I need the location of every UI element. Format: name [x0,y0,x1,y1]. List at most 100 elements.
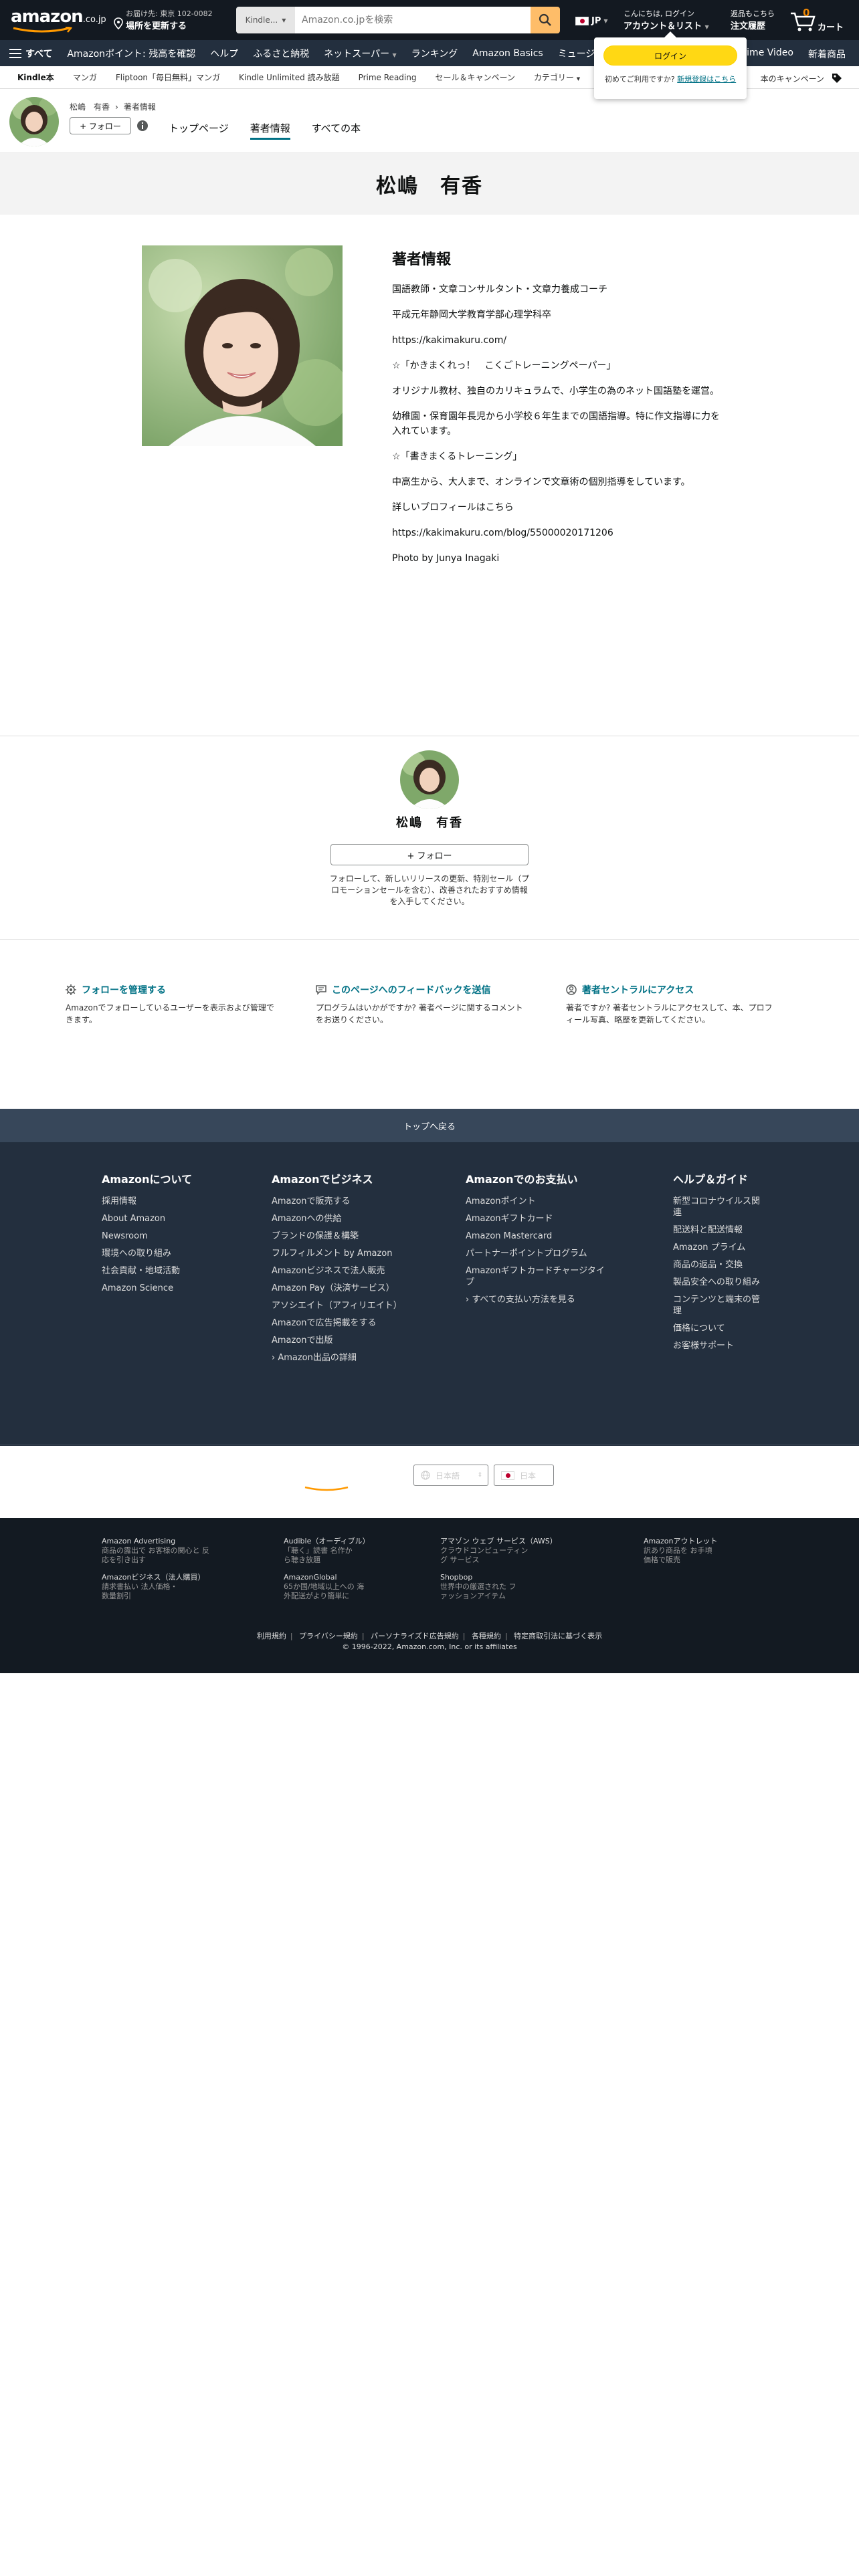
footer-language-select[interactable]: 日本語 ⇕ [413,1465,488,1486]
legal-links: 利用規約 | プライバシー規約 | パーソナライズド広告規約 | 各種規約 | 特定商取… [0,1630,859,1641]
nav-item-ranking[interactable]: ランキング [411,47,458,60]
footer-link[interactable]: アソシエイト（アフィリエイト） [272,1300,402,1311]
service-outlet[interactable]: Amazonアウトレット 訳あり商品を お手頃価格で販売 [644,1537,751,1565]
subnav-manga[interactable]: マンガ [73,72,97,83]
returns-orders[interactable]: 返品もこちら 注文履歴 [731,8,775,31]
footer-link[interactable]: 社会貢献・地域活動 [102,1265,249,1277]
footer-amazon-logo[interactable]: amazon [304,1470,362,1491]
tab-all-books[interactable]: すべての本 [312,121,361,140]
legal-link[interactable]: 各種規約 [472,1632,501,1640]
user-icon [566,984,577,995]
cart-button[interactable]: 0 カート [789,7,850,33]
account-lists[interactable]: こんにちは, ログイン アカウント＆リスト ▼ [624,8,709,31]
footer-link[interactable]: 新型コロナウイルス関連 [673,1196,760,1218]
all-menu-button[interactable]: すべて [9,47,52,60]
service-advertising[interactable]: Amazon Advertising 商品の露出で お客様の関心と 反応を引き出… [102,1537,262,1565]
signin-button[interactable]: ログイン [603,45,737,66]
nav-item-basics[interactable]: Amazon Basics [472,48,543,59]
service-aws[interactable]: アマゾン ウェブ サービス（AWS） クラウドコンピューティング サービス [440,1537,587,1565]
search-bar: Kindle... ▼ [236,7,560,33]
deliver-line1: お届け先: 東京 102-0082 [126,9,213,18]
footer-link[interactable]: 製品安全への取り組み [673,1277,760,1288]
footer-link[interactable]: Amazonギフトカードチャージタイプ [466,1265,613,1288]
footer-link[interactable]: Amazonポイント [466,1196,613,1207]
search-button[interactable] [531,7,560,33]
footer-link[interactable]: パートナーポイントプログラム [466,1248,613,1259]
author-photo-large [142,245,343,446]
footer-divider [0,1444,859,1445]
author-central[interactable]: 著者セントラルにアクセス 著者ですか? 著者セントラルにアクセスして、本、プロフ… [566,983,779,1026]
subnav-kindle-unlimited[interactable]: Kindle Unlimited 読み放題 [239,72,340,83]
nav-item-points[interactable]: Amazonポイント: 残高を確認 [67,47,195,60]
legal-link[interactable]: プライバシー規約 [299,1632,358,1640]
footer-link[interactable]: Amazonギフトカード [466,1213,613,1224]
cart-count: 0 [803,7,810,19]
footer: Amazonについて 採用情報 About Amazon Newsroom 環境… [0,1142,859,1491]
subnav-categories[interactable]: カテゴリー ▼ [534,72,580,83]
service-business[interactable]: Amazonビジネス（法人購買） 請求書払い 法人価格・数量割引 [102,1573,262,1601]
subnav-kindle-books[interactable]: Kindle本 [17,72,54,83]
updown-arrow-icon: ⇕ [477,1472,482,1479]
nav-item-help[interactable]: ヘルプ [210,47,238,60]
caret-down-icon: ▼ [603,18,608,24]
service-global[interactable]: AmazonGlobal 65か国/地域以上への 海外配送がより簡単に [284,1573,384,1601]
service-shopbop[interactable]: Shopbop 世界中の厳選された ファッションアイテム [440,1573,587,1601]
footer-link[interactable]: Amazon Pay（決済サービス） [272,1283,399,1294]
search-input[interactable] [295,7,531,33]
subnav-sales[interactable]: セール＆キャンペーン [435,72,514,83]
gear-icon [66,984,76,995]
manage-follows[interactable]: フォローを管理する Amazonでフォローしているユーザーを表示および管理できま… [66,983,278,1026]
footer-link[interactable]: Amazonで出版 [272,1335,399,1346]
tab-author-info[interactable]: 著者情報 [250,121,290,140]
footer-link[interactable]: Newsroom [102,1230,249,1242]
footer-link[interactable]: お客様サポート [673,1340,760,1352]
service-desc: クラウドコンピューティング サービス [440,1546,529,1564]
footer-link[interactable]: Amazon Science [102,1283,249,1294]
divider [0,939,859,940]
footer-link[interactable]: 環境への取り組み [102,1248,249,1259]
nav-item-netsuper[interactable]: ネットスーパー ▼ [324,47,396,60]
tab-top-page[interactable]: トップページ [169,121,229,140]
footer-link[interactable]: Amazonで広告掲載をする [272,1317,399,1329]
footer-link[interactable]: Amazon プライム [673,1242,760,1253]
service-audible[interactable]: Audible（オーディブル） 「聴く」読書 名作から聴き放題 [284,1537,384,1565]
deliver-to[interactable]: お届け先: 東京 102-0082 場所を更新する [114,8,213,31]
follow-button-header[interactable]: + フォロー [70,117,131,134]
subnav-fliptoon[interactable]: Fliptoon「毎日無料」マンガ [116,72,220,83]
breadcrumb-author[interactable]: 松嶋 有香 [70,101,110,112]
legal-link[interactable]: 利用規約 [257,1632,286,1640]
author-links: フォローを管理する Amazonでフォローしているユーザーを表示および管理できま… [66,983,801,1026]
nav-item-furusato[interactable]: ふるさと納税 [253,47,309,60]
subnav-prime-reading[interactable]: Prime Reading [359,73,417,82]
footer-link[interactable]: Amazonビジネスで法人販売 [272,1265,399,1277]
legal-link[interactable]: 特定商取引法に基づく表示 [514,1632,602,1640]
info-icon[interactable] [136,120,149,132]
register-link[interactable]: 新規登録はこちら [677,75,736,84]
footer-link[interactable]: Amazonで販売する [272,1196,399,1207]
author-avatar-small[interactable] [9,97,59,146]
footer-link[interactable]: ブランドの保護＆構築 [272,1230,399,1242]
language-selector[interactable]: JP ▼ [575,16,608,26]
subnav-book-campaign[interactable]: 本のキャンペーン [761,73,824,84]
footer-link[interactable]: フルフィルメント by Amazon [272,1248,399,1259]
footer-link[interactable]: コンテンツと端末の管理 [673,1294,760,1317]
search-category-select[interactable]: Kindle... ▼ [236,7,295,33]
footer-link[interactable]: 配送料と配送情報 [673,1224,760,1236]
footer-link[interactable]: About Amazon [102,1213,249,1224]
footer-link[interactable]: 商品の返品・交換 [673,1259,760,1271]
send-feedback[interactable]: このページへのフィードバックを送信 プログラムはいかがですか? 著者ページに関す… [316,983,529,1026]
footer-link[interactable]: Amazonへの供給 [272,1213,399,1224]
footer-link[interactable]: › Amazon出品の詳細 [272,1352,399,1364]
service-name: Amazonアウトレット [644,1537,718,1545]
legal-link[interactable]: パーソナライズド広告規約 [371,1632,459,1640]
amazon-logo[interactable]: amazon.co.jp [11,7,106,33]
footer-link[interactable]: 価格について [673,1323,760,1334]
back-to-top-button[interactable]: トップへ戻る [0,1109,859,1142]
nav-item-new-releases[interactable]: 新着商品 [808,47,846,61]
footer-link[interactable]: › すべての支払い方法を見る [466,1294,613,1305]
follow-button[interactable]: + フォロー [330,844,529,865]
footer-country-select[interactable]: 日本 [494,1465,554,1486]
footer-link[interactable]: Amazon Mastercard [466,1230,613,1242]
footer-link[interactable]: 採用情報 [102,1196,249,1207]
search-icon [539,13,551,26]
